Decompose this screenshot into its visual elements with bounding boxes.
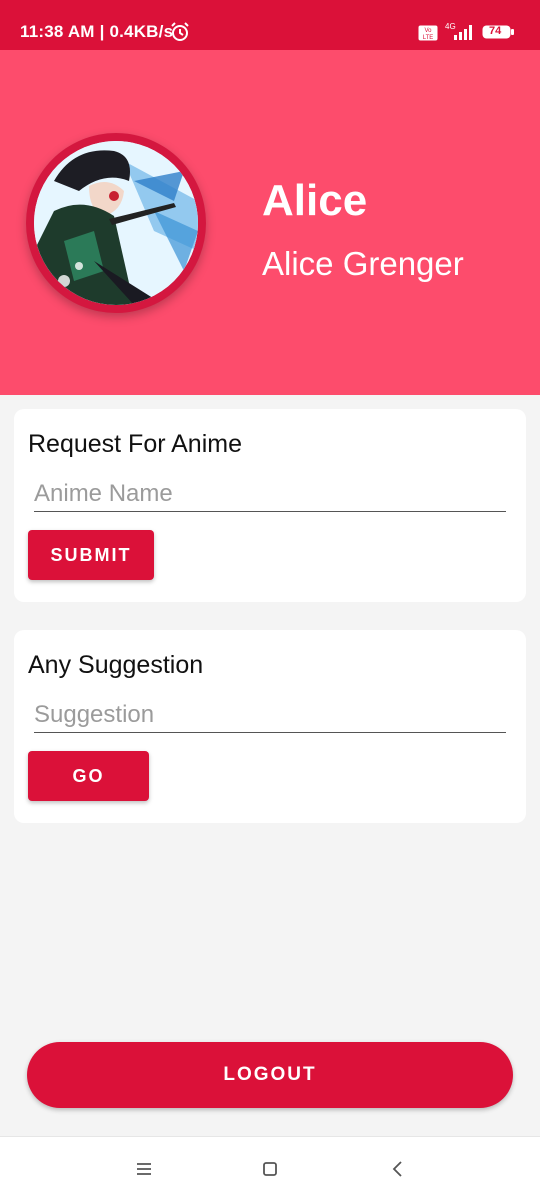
go-button[interactable]: GO [28, 751, 149, 801]
profile-full-name: Alice Grenger [262, 245, 464, 282]
alarm-icon [171, 22, 189, 41]
navigation-bar [0, 1136, 540, 1201]
battery-level: 74 [489, 25, 502, 37]
volte-icon: Vo LTE [418, 25, 438, 41]
suggestion-title: Any Suggestion [28, 651, 204, 679]
submit-button[interactable]: SUBMIT [28, 530, 154, 580]
status-time-speed: 11:38 AM | 0.4KB/s [20, 22, 174, 41]
suggestion-card: Any Suggestion GO [14, 630, 526, 823]
back-icon[interactable] [388, 1159, 408, 1179]
home-icon[interactable] [260, 1159, 280, 1179]
menu-icon[interactable] [134, 1159, 154, 1179]
request-anime-card: Request For Anime SUBMIT [14, 409, 526, 602]
profile-username: Alice [262, 176, 368, 225]
svg-text:Vo: Vo [424, 28, 432, 34]
avatar-image [34, 141, 198, 305]
suggestion-input[interactable] [34, 698, 506, 733]
avatar[interactable] [34, 141, 198, 305]
anime-name-input[interactable] [34, 477, 506, 512]
svg-text:LTE: LTE [423, 35, 434, 41]
status-bar: 11:38 AM | 0.4KB/s Vo LTE 4G 74 [0, 0, 540, 50]
logout-button[interactable]: LOGOUT [27, 1042, 513, 1108]
request-anime-title: Request For Anime [28, 430, 242, 458]
signal-icon [454, 25, 472, 40]
